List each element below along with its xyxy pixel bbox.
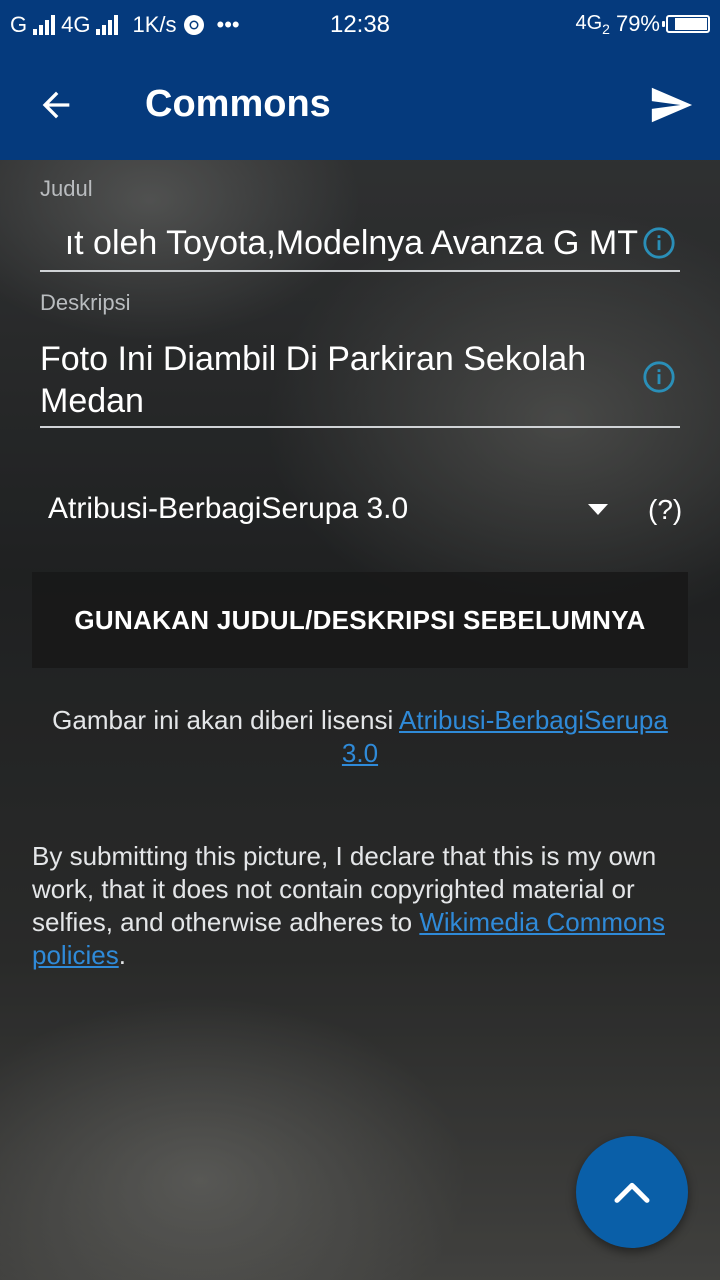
network-right-text: 4G [575,11,603,34]
sim-index: 2 [602,20,610,37]
page-title: Commons [145,83,331,125]
title-label: Judul [40,176,93,201]
battery-icon [662,15,710,33]
use-previous-button[interactable]: GUNAKAN JUDUL/DESKRIPSI SEBELUMNYA [32,572,688,668]
declaration-suffix: . [118,940,126,970]
status-bar: G 4G 1K/s ••• 12:38 4G2 79% [0,0,720,50]
chevron-up-icon [614,1182,650,1203]
title-info-icon[interactable] [642,226,676,260]
license-help-link[interactable]: (?) [648,494,682,526]
description-label: Deskripsi [40,290,131,315]
license-note-text: Gambar ini akan diberi lisensi [52,705,400,735]
title-input-value: ıt oleh Toyota,Modelnya Avanza G MT [64,224,638,262]
send-button[interactable] [644,80,700,130]
app-bar: Commons [0,50,720,160]
battery-fill [675,18,707,30]
description-input-value: Foto Ini Diambil Di Parkiran Sekolah Med… [40,340,587,420]
license-note: Gambar ini akan diberi lisensi Atribusi-… [32,704,688,770]
license-select[interactable]: Atribusi-BerbagiSerupa 3.0 [48,492,408,526]
arrow-left-icon [42,91,70,119]
description-input[interactable]: Foto Ini Diambil Di Parkiran Sekolah Med… [40,336,680,428]
back-button[interactable] [28,80,84,130]
dropdown-arrow-icon[interactable] [588,504,608,515]
send-icon [651,87,693,123]
declaration-text: By submitting this picture, I declare th… [32,840,682,972]
battery-percent: 79% [615,11,660,36]
network-right-label: 4G2 [575,12,609,37]
title-input[interactable]: ıt oleh Toyota,Modelnya Avanza G MT [40,222,680,272]
scroll-up-button[interactable] [576,1136,688,1248]
license-row: Atribusi-BerbagiSerupa 3.0 (?) [48,490,688,534]
status-right: 4G2 79% [575,11,710,37]
description-info-icon[interactable] [642,360,676,394]
